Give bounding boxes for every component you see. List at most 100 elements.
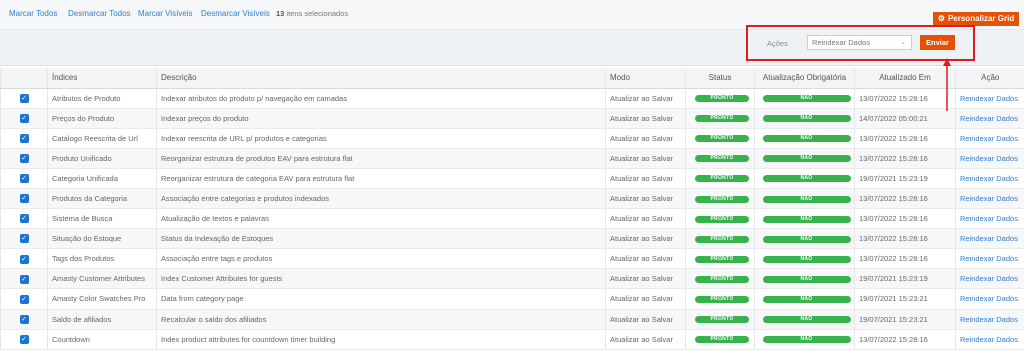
index-name: Saldo de afiliados: [47, 309, 157, 330]
status-badge: PRONTO: [695, 275, 749, 283]
status-badge: PRONTO: [695, 316, 749, 324]
unselect-visible-link[interactable]: Desmarcar Visíveis: [201, 9, 270, 18]
checkbox-checked-icon[interactable]: ✓: [19, 214, 29, 224]
checkbox-checked-icon[interactable]: ✓: [19, 294, 29, 304]
reindex-link[interactable]: Reindexar Dados: [960, 254, 1018, 263]
updated-at: 19/07/2021 15:23:21: [854, 288, 956, 310]
reindex-link[interactable]: Reindexar Dados: [960, 114, 1018, 123]
required-update-cell: NÃO: [754, 228, 855, 250]
row-checkbox-cell[interactable]: ✓: [0, 88, 48, 109]
header-checkbox: [0, 68, 48, 89]
row-checkbox-cell[interactable]: ✓: [0, 329, 48, 350]
table-row[interactable]: ✓ Sistema de Busca Atualização de textos e…: [0, 208, 1024, 230]
reindex-link[interactable]: Reindexar Dados: [960, 274, 1018, 283]
header-status[interactable]: Status: [685, 68, 755, 89]
index-name: Catálogo Reescrita de Url: [47, 128, 157, 149]
updated-at: 13/07/2022 15:28:16: [854, 88, 956, 109]
checkbox-checked-icon[interactable]: ✓: [19, 274, 29, 284]
table-row[interactable]: ✓ Produto Unificado Reorganizar estrutura …: [0, 148, 1024, 169]
table-row[interactable]: ✓ Countdown Index product attributes for c…: [0, 329, 1024, 350]
actions-select[interactable]: Reindexar Dados ⌄: [807, 35, 912, 50]
reindex-link[interactable]: Reindexar Dados: [960, 134, 1018, 143]
status-cell: PRONTO: [685, 329, 755, 350]
row-checkbox-cell[interactable]: ✓: [0, 268, 48, 290]
updated-at: 13/07/2022 15:28:16: [854, 329, 956, 350]
customize-grid-button[interactable]: ⚙ Personalizar Grid: [933, 12, 1019, 26]
action-cell: Reindexar Dados: [955, 88, 1024, 109]
index-name: Situação do Estoque: [47, 228, 157, 250]
status-cell: PRONTO: [685, 148, 755, 169]
row-checkbox-cell[interactable]: ✓: [0, 148, 48, 169]
select-visible-link[interactable]: Marcar Visíveis: [138, 9, 193, 18]
index-description: Index product attributes for countdown t…: [156, 329, 606, 350]
required-update-cell: NÃO: [754, 168, 855, 189]
row-checkbox-cell[interactable]: ✓: [0, 309, 48, 330]
reindex-link[interactable]: Reindexar Dados: [960, 315, 1018, 324]
gear-icon: ⚙: [937, 14, 945, 23]
selected-count-suffix: itens selecionados: [284, 9, 349, 18]
table-row[interactable]: ✓ Amasty Color Swatches Pro Data from cate…: [0, 288, 1024, 310]
required-update-cell: NÃO: [754, 248, 855, 270]
index-description: Indexar reescrita de URL p/ produtos e c…: [156, 128, 606, 149]
table-row[interactable]: ✓ Tags dos Produtos Associação entre tags …: [0, 248, 1024, 270]
checkbox-checked-icon[interactable]: ✓: [19, 113, 29, 123]
header-updated-at[interactable]: Atualizado Em: [854, 68, 956, 89]
checkbox-checked-icon[interactable]: ✓: [19, 254, 29, 264]
reindex-link[interactable]: Reindexar Dados: [960, 335, 1018, 344]
submit-button[interactable]: Enviar: [920, 35, 955, 50]
reindex-link[interactable]: Reindexar Dados: [960, 94, 1018, 103]
table-row[interactable]: ✓ Amasty Customer Attributes Index Custome…: [0, 268, 1024, 290]
status-badge: PRONTO: [695, 175, 749, 183]
reindex-link[interactable]: Reindexar Dados: [960, 214, 1018, 223]
row-checkbox-cell[interactable]: ✓: [0, 248, 48, 270]
status-cell: PRONTO: [685, 248, 755, 270]
checkbox-checked-icon[interactable]: ✓: [19, 314, 29, 324]
checkbox-checked-icon[interactable]: ✓: [19, 334, 29, 344]
table-row[interactable]: ✓ Produtos da Categoria Associação entre c…: [0, 188, 1024, 210]
reindex-link[interactable]: Reindexar Dados: [960, 294, 1018, 303]
row-checkbox-cell[interactable]: ✓: [0, 108, 48, 129]
reindex-link[interactable]: Reindexar Dados: [960, 194, 1018, 203]
reindex-link[interactable]: Reindexar Dados: [960, 154, 1018, 163]
required-update-cell: NÃO: [754, 309, 855, 330]
header-required-update[interactable]: Atualização Obrigatória: [754, 68, 855, 89]
checkbox-checked-icon[interactable]: ✓: [19, 174, 29, 184]
index-description: Reorganizar estrutura de produtos EAV pa…: [156, 148, 606, 169]
reindex-link[interactable]: Reindexar Dados: [960, 234, 1018, 243]
status-badge: PRONTO: [695, 336, 749, 344]
updated-at: 14/07/2022 05:00:21: [854, 108, 956, 129]
action-cell: Reindexar Dados: [955, 248, 1024, 270]
index-mode: Atualizar ao Salvar: [605, 268, 686, 290]
action-cell: Reindexar Dados: [955, 108, 1024, 129]
status-badge: PRONTO: [695, 135, 749, 143]
checkbox-checked-icon[interactable]: ✓: [19, 133, 29, 143]
table-row[interactable]: ✓ Categoria Unificada Reorganizar estrutur…: [0, 168, 1024, 189]
index-description: Index Customer Attributes for guests: [156, 268, 606, 290]
table-row[interactable]: ✓ Saldo de afiliados Recalcular o saldo do…: [0, 309, 1024, 330]
required-update-badge: NÃO: [762, 275, 851, 283]
row-checkbox-cell[interactable]: ✓: [0, 168, 48, 189]
reindex-link[interactable]: Reindexar Dados: [960, 174, 1018, 183]
header-mode[interactable]: Modo: [605, 68, 686, 89]
row-checkbox-cell[interactable]: ✓: [0, 128, 48, 149]
header-indices[interactable]: Índices: [47, 68, 157, 89]
status-cell: PRONTO: [685, 108, 755, 129]
row-checkbox-cell[interactable]: ✓: [0, 288, 48, 310]
unselect-all-link[interactable]: Desmarcar Todos: [68, 9, 131, 18]
checkbox-checked-icon[interactable]: ✓: [19, 154, 29, 164]
checkbox-checked-icon[interactable]: ✓: [19, 93, 29, 103]
checkbox-checked-icon[interactable]: ✓: [19, 234, 29, 244]
header-description[interactable]: Descrição: [156, 68, 606, 89]
table-row[interactable]: ✓ Situação do Estoque Status da Indexação …: [0, 228, 1024, 250]
required-update-cell: NÃO: [754, 128, 855, 149]
row-checkbox-cell[interactable]: ✓: [0, 208, 48, 230]
select-all-link[interactable]: Marcar Todos: [9, 9, 57, 18]
checkbox-checked-icon[interactable]: ✓: [19, 194, 29, 204]
table-row[interactable]: ✓ Preços do Produto Indexar preços do prod…: [0, 108, 1024, 129]
table-row[interactable]: ✓ Catálogo Reescrita de Url Indexar reescr…: [0, 128, 1024, 149]
row-checkbox-cell[interactable]: ✓: [0, 228, 48, 250]
row-checkbox-cell[interactable]: ✓: [0, 188, 48, 210]
index-name: Atributos de Produto: [47, 88, 157, 109]
action-cell: Reindexar Dados: [955, 268, 1024, 290]
table-row[interactable]: ✓ Atributos de Produto Indexar atributos d…: [0, 88, 1024, 109]
